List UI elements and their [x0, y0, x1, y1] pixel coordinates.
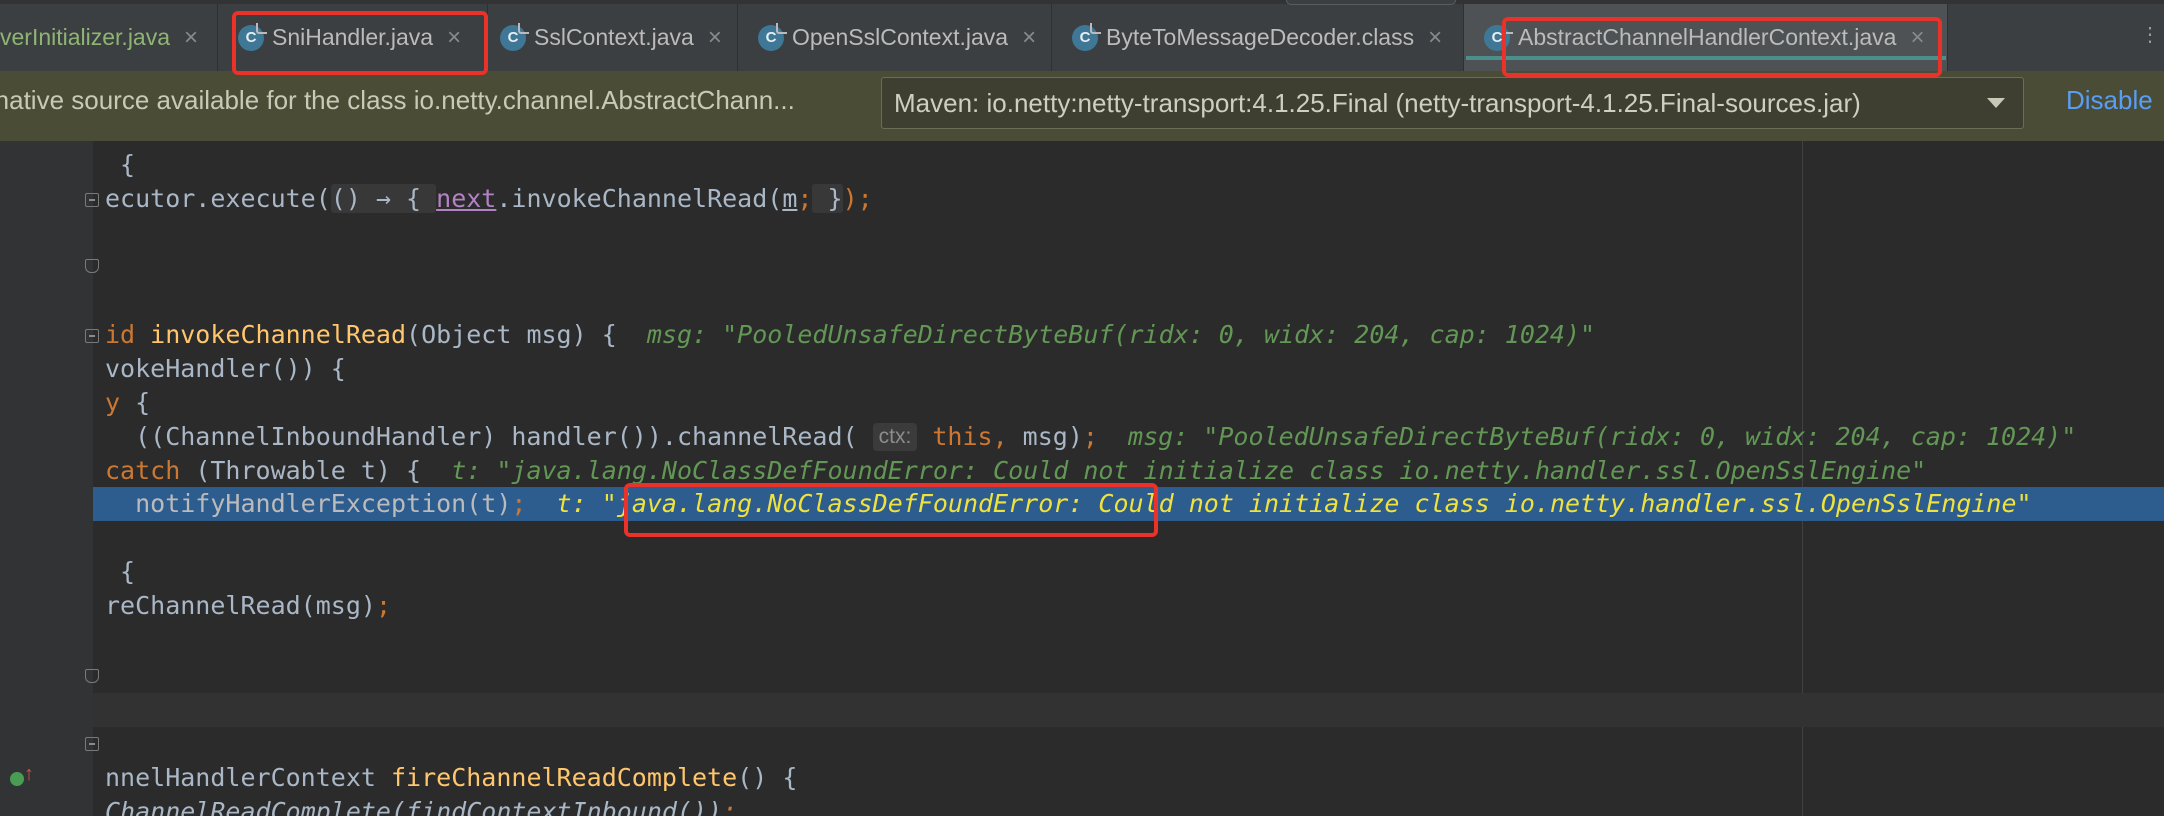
code-token: msg) [1007, 422, 1083, 451]
tab-ssl-context[interactable]: C SslContext.java × [488, 4, 738, 71]
code-token: next [436, 184, 497, 213]
close-icon[interactable]: × [447, 24, 461, 52]
tab-label: SniHandler.java [272, 24, 434, 50]
java-class-icon: C [1484, 22, 1513, 51]
fold-toggle-icon[interactable] [85, 193, 99, 207]
source-selector-value: Maven: io.netty:netty-transport:4.1.25.F… [894, 87, 1861, 118]
debugger-inline-value: msg: "PooledUnsafeDirectByteBuf(ridx: 0,… [1097, 422, 2077, 451]
alternative-source-banner: rnative source available for the class i… [0, 71, 2164, 142]
code-line: y { [105, 386, 150, 420]
code-line: reChannelRead(msg); [105, 589, 391, 623]
java-class-icon: C [238, 22, 267, 51]
code-token: vokeHandler()) { [105, 354, 346, 383]
tab-label: OpenSslContext.java [792, 24, 1009, 50]
code-token: ecutor.execute( [105, 184, 331, 213]
method-name: fireChannelReadComplete [390, 763, 738, 792]
code-token: ); [842, 184, 873, 213]
code-token: (Object msg) { [406, 320, 647, 349]
code-editor[interactable]: ↑ { ecutor.execute(() → { next.invokeCha… [0, 141, 2164, 816]
code-token: .invokeChannelRead( [496, 184, 783, 213]
fold-end-icon[interactable] [85, 259, 99, 273]
java-class-icon: C [500, 22, 529, 51]
fold-end-icon[interactable] [85, 669, 99, 683]
code-token: ; [375, 591, 391, 620]
code-line: nnelHandlerContext fireChannelReadComple… [105, 761, 797, 795]
code-line-highlighted: notifyHandlerException(t); t: "java.lang… [105, 487, 2032, 521]
code-token: ChannelReadComplete(findContextInbound()… [105, 797, 723, 816]
tab-label: SslContext.java [534, 24, 694, 50]
code-line: ChannelReadComplete(findContextInbound()… [105, 795, 737, 816]
editor-tab-bar: verInitializer.java × C SniHandler.java … [0, 0, 2164, 72]
code-token: { [135, 388, 151, 417]
folded-lambda[interactable]: } [812, 184, 843, 213]
code-token: nnelHandlerContext [105, 763, 391, 792]
tab-openssl-context[interactable]: C OpenSslContext.java × [738, 4, 1052, 71]
override-up-arrow-icon[interactable]: ↑ [24, 763, 34, 786]
active-tab-underline [1466, 56, 1946, 60]
code-token: id [105, 320, 151, 349]
code-token: this [917, 422, 993, 451]
tab-label: verInitializer.java [0, 24, 171, 50]
code-token: notifyHandlerException(t) [105, 489, 512, 518]
close-icon[interactable]: × [1910, 24, 1924, 52]
debugger-inline-value: t: "java.lang.NoClassDefFoundError: Coul… [451, 456, 1927, 485]
code-token: , [992, 422, 1008, 451]
code-line: catch (Throwable t) { t: "java.lang.NoCl… [105, 454, 1926, 488]
code-token: (Throwable t) { [180, 456, 452, 485]
close-icon[interactable]: × [1022, 24, 1036, 52]
code-line: { [105, 148, 135, 182]
code-token: { [105, 150, 136, 179]
caret-line [93, 693, 2164, 727]
exception-message-value: Could not initialize class io.netty.hand… [1083, 489, 2032, 518]
fold-toggle-icon[interactable] [85, 737, 99, 751]
code-token: catch [105, 456, 181, 485]
editor-gutter [0, 141, 93, 816]
code-line: vokeHandler()) { [105, 352, 346, 386]
tab-sni-handler[interactable]: C SniHandler.java × [218, 4, 488, 71]
tab-abstract-channel-handler-context[interactable]: C AbstractChannelHandlerContext.java × [1464, 4, 1948, 71]
close-icon[interactable]: × [708, 24, 722, 52]
parameter-hint: ctx: [872, 423, 918, 451]
debugger-inline-value: msg: "PooledUnsafeDirectByteBuf(ridx: 0,… [646, 320, 1596, 349]
tab-label: ByteToMessageDecoder.class [1106, 24, 1415, 50]
code-token: () { [737, 763, 798, 792]
debugger-inline-label: t: [526, 489, 602, 518]
code-line: id invokeChannelRead(Object msg) { msg: … [105, 318, 1595, 352]
code-token: ; [722, 797, 738, 816]
implemented-method-icon[interactable] [10, 772, 24, 786]
close-icon[interactable]: × [1428, 24, 1442, 52]
code-token: m [782, 184, 798, 213]
code-token: ; [511, 489, 527, 518]
java-class-icon: C [1072, 22, 1101, 51]
code-line: ecutor.execute(() → { next.invokeChannel… [105, 182, 873, 216]
banner-message: rnative source available for the class i… [0, 85, 795, 115]
code-token: { [105, 557, 136, 586]
method-name: invokeChannelRead [150, 320, 407, 349]
code-token: y [105, 388, 136, 417]
fold-toggle-icon[interactable] [85, 329, 99, 343]
chevron-down-icon[interactable] [1987, 98, 2005, 108]
tab-byte-to-message-decoder[interactable]: C ByteToMessageDecoder.class × [1052, 4, 1464, 71]
code-line: ((ChannelInboundHandler) handler()).chan… [105, 420, 2076, 454]
code-line: { [105, 555, 135, 589]
tab-list-menu-icon[interactable]: ⋮ [2140, 22, 2160, 47]
code-token: ; [1082, 422, 1098, 451]
exception-type-value: "java.lang.NoClassDefFoundError: [601, 489, 1084, 518]
disable-link[interactable]: Disable [2066, 85, 2153, 116]
tab-label: AbstractChannelHandlerContext.java [1518, 24, 1897, 50]
java-class-icon: C [758, 22, 787, 51]
code-token: ((ChannelInboundHandler) handler()).chan… [105, 422, 873, 451]
close-icon[interactable]: × [184, 24, 198, 52]
code-token: reChannelRead(msg) [105, 591, 376, 620]
code-token: ; [797, 184, 813, 213]
source-selector[interactable]: Maven: io.netty:netty-transport:4.1.25.F… [881, 77, 2024, 129]
folded-lambda[interactable]: () → { [330, 184, 437, 213]
tab-server-initializer[interactable]: verInitializer.java × [0, 4, 218, 71]
